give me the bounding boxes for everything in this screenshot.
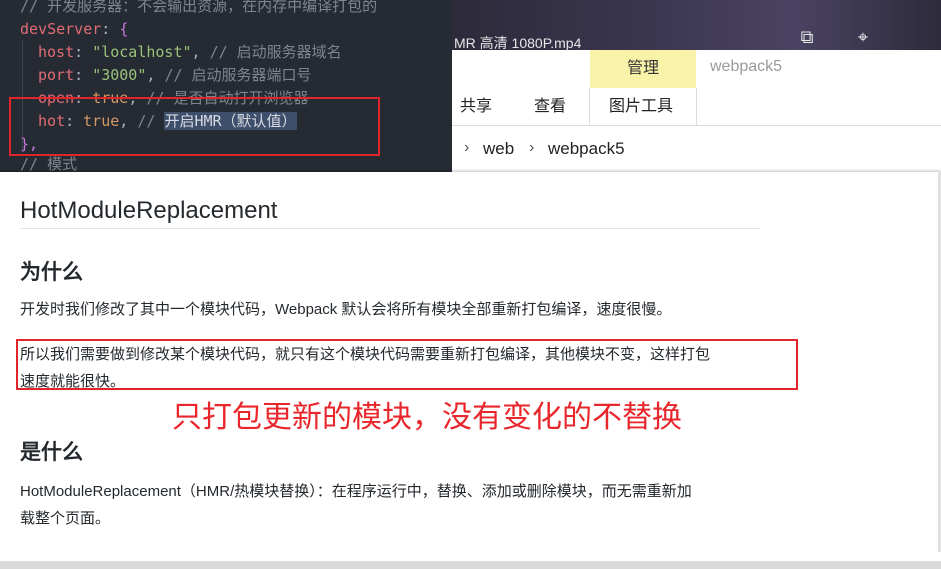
bottom-strip — [0, 561, 941, 569]
tab-divider — [589, 88, 590, 125]
context-title: webpack5 — [710, 58, 783, 75]
breadcrumb-web[interactable]: web — [483, 139, 514, 159]
chevron-right-icon: › — [464, 139, 470, 156]
paragraph-why-1: 开发时我们修改了其中一个模块代码，Webpack 默认会将所有模块全部重新打包编… — [20, 301, 672, 318]
tab-divider — [696, 88, 697, 125]
paragraph-highlight-box — [16, 339, 798, 390]
tab-picture-tools[interactable]: 图片工具 — [609, 92, 673, 116]
share-screen-icon[interactable]: ⧉ — [796, 28, 818, 46]
code-line-devserver: devServer: { — [20, 20, 129, 38]
pin-icon[interactable]: ⌖ — [852, 28, 874, 46]
code-line-host: host: "localhost", // 启动服务器域名 — [38, 43, 342, 61]
video-title: MR 高清 1080P.mp4 — [454, 35, 582, 51]
code-highlight-box — [9, 97, 380, 156]
tab-view[interactable]: 查看 — [534, 92, 566, 116]
code-line-comment: // 开发服务器：不会输出资源，在内存中编译打包的 — [20, 0, 378, 15]
ribbon-separator — [452, 125, 941, 126]
code-line-port: port: "3000", // 启动服务器端口号 — [38, 66, 312, 84]
paragraph-what-line1: HotModuleReplacement（HMR/热模块替换）：在程序运行中，替… — [20, 483, 692, 500]
file-explorer-window: MR 高清 1080P.mp4 ⧉ ⌖ 管理 webpack5 共享 查看 图片… — [452, 0, 941, 175]
video-thumbnail-strip: MR 高清 1080P.mp4 ⧉ ⌖ — [452, 0, 941, 51]
tab-share[interactable]: 共享 — [460, 92, 492, 116]
title-divider — [20, 228, 760, 229]
paragraph-what-line2: 载整个页面。 — [20, 510, 111, 527]
markdown-document: HotModuleReplacement 为什么 开发时我们修改了其中一个模块代… — [0, 172, 941, 569]
chevron-right-icon: › — [529, 139, 535, 156]
breadcrumb-webpack5[interactable]: webpack5 — [548, 139, 625, 159]
context-tab-manage[interactable]: 管理 — [590, 50, 696, 88]
heading-what: 是什么 — [20, 441, 83, 464]
page-title: HotModuleReplacement — [20, 197, 278, 224]
heading-why: 为什么 — [20, 261, 83, 284]
annotation-text: 只打包更新的模块，没有变化的不替换 — [172, 401, 682, 434]
